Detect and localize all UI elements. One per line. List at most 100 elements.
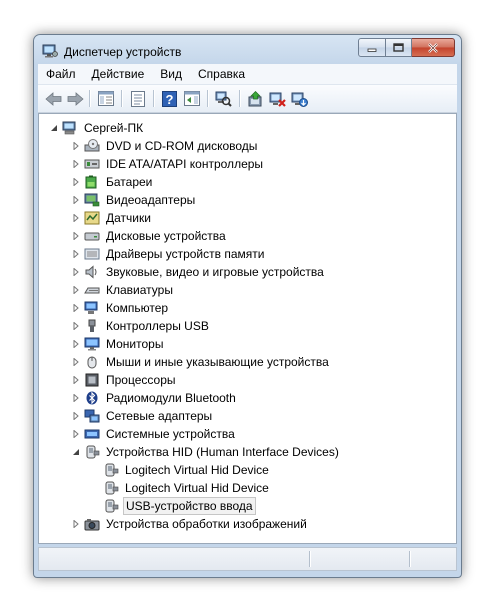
- category-batteries[interactable]: Батареи: [71, 173, 154, 191]
- update-driver-icon: [248, 90, 262, 106]
- tree-root-label: Сергей-ПК: [84, 121, 144, 135]
- device-manager-app-icon: [42, 44, 58, 58]
- menu-action[interactable]: Действие: [84, 64, 153, 84]
- expand-arrow-icon[interactable]: [71, 358, 80, 367]
- computer-icon: [84, 300, 100, 316]
- expand-arrow-icon[interactable]: [71, 196, 80, 205]
- expand-arrow-icon[interactable]: [71, 268, 80, 277]
- category-label: Дисковые устройства: [106, 229, 226, 243]
- console-tree-button[interactable]: [96, 89, 115, 108]
- category-keyboards[interactable]: Клавиатуры: [71, 281, 175, 299]
- collapse-arrow-icon[interactable]: [49, 124, 58, 133]
- category-bluetooth[interactable]: Радиомодули Bluetooth: [71, 389, 238, 407]
- toolbar-separator: [89, 90, 91, 107]
- show-hide-console-tree-icon: [97, 91, 114, 106]
- toolbar-separator: [153, 90, 155, 107]
- help-button[interactable]: ?: [160, 89, 179, 108]
- show-action-pane-icon: [183, 91, 200, 106]
- scan-hardware-button[interactable]: [214, 89, 233, 108]
- title-bar[interactable]: Диспетчер устройств: [34, 35, 461, 65]
- disable-device-button[interactable]: [268, 89, 287, 108]
- expand-arrow-icon[interactable]: [71, 340, 80, 349]
- category-computer[interactable]: Компьютер: [71, 299, 170, 317]
- category-processors[interactable]: Процессоры: [71, 371, 178, 389]
- expand-arrow-icon[interactable]: [71, 430, 80, 439]
- device-label: Logitech Virtual Hid Device: [125, 463, 269, 477]
- uninstall-device-button[interactable]: [290, 89, 309, 108]
- display-adapter-icon: [84, 192, 100, 208]
- category-memory-drivers[interactable]: Драйверы устройств памяти: [71, 245, 266, 263]
- toolbar: ?: [38, 85, 457, 113]
- uninstall-device-icon: [291, 92, 308, 107]
- expand-arrow-icon[interactable]: [71, 376, 80, 385]
- forward-button[interactable]: [66, 89, 85, 108]
- category-sound-video-game[interactable]: Звуковые, видео и игровые устройства: [71, 263, 326, 281]
- imaging-device-icon: [84, 516, 100, 532]
- disk-drive-icon: [84, 228, 100, 244]
- expand-arrow-icon[interactable]: [71, 394, 80, 403]
- menu-help[interactable]: Справка: [190, 64, 253, 84]
- category-system-devices[interactable]: Системные устройства: [71, 425, 237, 443]
- category-label: Мониторы: [106, 337, 164, 351]
- category-label: Компьютер: [106, 301, 169, 315]
- update-driver-button[interactable]: [246, 89, 265, 108]
- expand-arrow-icon[interactable]: [71, 142, 80, 151]
- toolbar-separator: [121, 90, 123, 107]
- expand-arrow-icon[interactable]: [71, 412, 80, 421]
- category-disk-drives[interactable]: Дисковые устройства: [71, 227, 228, 245]
- expand-arrow-icon[interactable]: [71, 214, 80, 223]
- menu-file[interactable]: Файл: [38, 64, 84, 84]
- properties-button[interactable]: [128, 89, 147, 108]
- scan-hardware-icon: [215, 91, 232, 107]
- category-mice[interactable]: Мыши и иные указывающие устройства: [71, 353, 331, 371]
- collapse-arrow-icon[interactable]: [71, 448, 80, 457]
- category-ide-ata[interactable]: IDE ATA/ATAPI контроллеры: [71, 155, 265, 173]
- expand-arrow-icon[interactable]: [71, 322, 80, 331]
- network-adapter-icon: [84, 408, 100, 424]
- disable-device-icon: [269, 92, 286, 107]
- close-button[interactable]: [412, 38, 455, 57]
- expand-arrow-icon[interactable]: [71, 160, 80, 169]
- category-sensors[interactable]: Датчики: [71, 209, 153, 227]
- back-arrow-icon: [45, 91, 62, 106]
- category-display-adapters[interactable]: Видеоадаптеры: [71, 191, 197, 209]
- expand-arrow-icon[interactable]: [71, 232, 80, 241]
- status-divider: [309, 551, 311, 567]
- maximize-button[interactable]: [386, 38, 412, 57]
- device-logitech-virtual-hid[interactable]: Logitech Virtual Hid Device: [103, 461, 271, 479]
- minimize-icon: [367, 48, 377, 52]
- category-label: Сетевые адаптеры: [106, 409, 213, 423]
- computer-icon: [62, 120, 78, 136]
- action-pane-button[interactable]: [182, 89, 201, 108]
- category-hid[interactable]: Устройства HID (Human Interface Devices): [71, 443, 341, 461]
- expand-arrow-icon[interactable]: [71, 304, 80, 313]
- expand-arrow-icon[interactable]: [71, 286, 80, 295]
- back-button[interactable]: [44, 89, 63, 108]
- category-monitors[interactable]: Мониторы: [71, 335, 165, 353]
- category-label: Звуковые, видео и игровые устройства: [106, 265, 324, 279]
- device-label: Logitech Virtual Hid Device: [125, 481, 269, 495]
- expand-arrow-icon[interactable]: [71, 250, 80, 259]
- category-dvd-cdrom[interactable]: DVD и CD-ROM дисководы: [71, 137, 259, 155]
- memory-device-icon: [84, 246, 100, 262]
- category-network-adapters[interactable]: Сетевые адаптеры: [71, 407, 214, 425]
- expand-arrow-icon[interactable]: [71, 178, 80, 187]
- category-label: Устройства HID (Human Interface Devices): [106, 445, 339, 459]
- battery-icon: [84, 174, 100, 190]
- toolbar-separator: [207, 90, 209, 107]
- category-imaging-devices[interactable]: Устройства обработки изображений: [71, 515, 309, 533]
- minimize-button[interactable]: [358, 38, 386, 57]
- expand-arrow-icon[interactable]: [71, 520, 80, 529]
- device-usb-input[interactable]: USB-устройство ввода: [103, 497, 256, 515]
- hid-device-icon: [103, 480, 119, 496]
- category-usb-controllers[interactable]: Контроллеры USB: [71, 317, 211, 335]
- caption-buttons: [358, 38, 455, 57]
- tree-root-node[interactable]: Сергей-ПК: [49, 119, 145, 137]
- speaker-icon: [84, 264, 100, 280]
- processor-icon: [84, 372, 100, 388]
- window-title: Диспетчер устройств: [64, 45, 182, 59]
- device-tree-pane[interactable]: Сергей-ПК DVD и CD-ROM дисководы IDE ATA…: [38, 113, 457, 544]
- monitor-icon: [84, 336, 100, 352]
- device-logitech-virtual-hid[interactable]: Logitech Virtual Hid Device: [103, 479, 271, 497]
- menu-view[interactable]: Вид: [152, 64, 190, 84]
